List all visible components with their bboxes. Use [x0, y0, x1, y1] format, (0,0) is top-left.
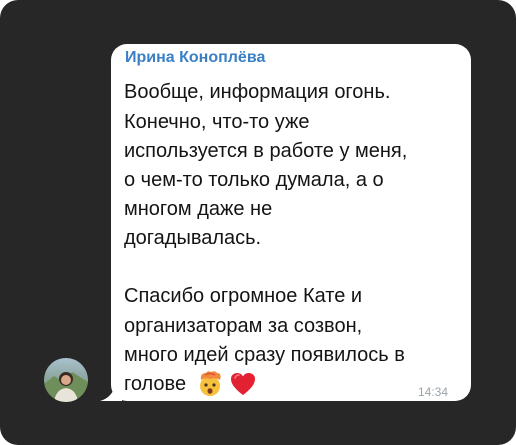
- red-heart-emoji: [231, 373, 255, 395]
- message-text-line: организаторам за созвон,: [124, 315, 363, 337]
- message-text-line: используется в работе у меня,: [124, 140, 408, 162]
- message-text-line: догадывалась.: [124, 227, 262, 249]
- sender-name[interactable]: Ирина Коноплёва: [125, 49, 265, 67]
- message-text-line: голове: [124, 373, 187, 395]
- bubble-tail: [100, 381, 122, 401]
- message-text-line: много идей сразу появилось в: [124, 344, 405, 366]
- exploding-head-emoji: [200, 371, 221, 396]
- sender-avatar[interactable]: [44, 358, 88, 402]
- message-text-line: Вообще, информация огонь.: [124, 81, 391, 103]
- avatar-photo: [44, 358, 88, 402]
- message-timestamp: 14:34: [418, 385, 449, 399]
- chat-screenshot: Ирина Коноплёва Вообще, информация огонь…: [0, 0, 516, 445]
- message-text-line: многом даже не: [124, 198, 273, 220]
- message-text-line: о чем-то только думала, а о: [124, 169, 384, 191]
- message-text-line: Спасибо огромное Кате и: [124, 285, 363, 307]
- message-text-line: Конечно, что-то уже: [124, 111, 310, 133]
